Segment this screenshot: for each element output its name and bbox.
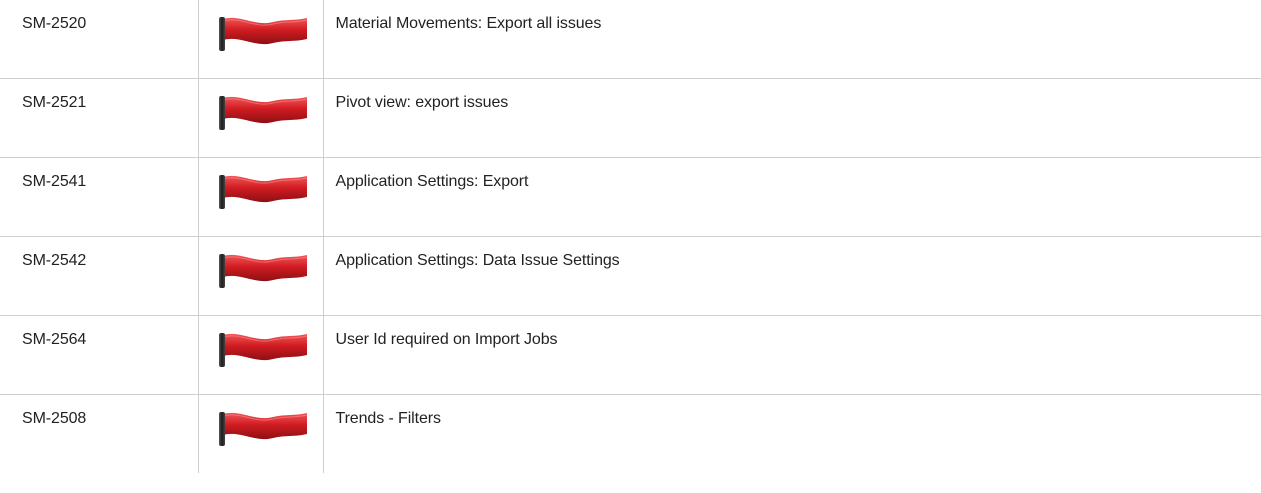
issue-summary-cell: Material Movements: Export all issues [322, 0, 1261, 79]
issue-key[interactable]: SM-2564 [0, 316, 198, 350]
issue-key[interactable]: SM-2521 [0, 79, 198, 113]
issue-key-cell: SM-2564 [0, 315, 199, 395]
issue-flag-cell [197, 394, 324, 473]
issue-key-cell: SM-2520 [0, 0, 199, 79]
red-flag-icon [199, 0, 323, 51]
red-flag-icon [199, 79, 323, 130]
issue-flag-cell [197, 78, 324, 158]
issues-table-body: SM-2520 Material Movements: Export all i… [0, 0, 1261, 473]
table-row[interactable]: SM-2521 Pivot view: export issues [0, 78, 1261, 158]
table-row[interactable]: SM-2508 Trends - Filters [0, 394, 1261, 473]
issue-summary: Material Movements: Export all issues [335, 15, 602, 32]
issue-summary: User Id required on Import Jobs [335, 331, 558, 348]
issue-summary-cell: Trends - Filters [322, 394, 1261, 473]
issue-key-cell: SM-2542 [0, 236, 199, 316]
issue-summary: Application Settings: Data Issue Setting… [335, 252, 620, 269]
issues-table: SM-2520 Material Movements: Export all i… [0, 0, 1261, 473]
issue-summary-cell: User Id required on Import Jobs [322, 315, 1261, 395]
issue-flag-cell [197, 0, 324, 79]
table-row[interactable]: SM-2520 Material Movements: Export all i… [0, 0, 1261, 79]
issue-key[interactable]: SM-2542 [0, 237, 198, 271]
red-flag-icon [199, 158, 323, 209]
issue-summary-cell: Pivot view: export issues [322, 78, 1261, 158]
table-row[interactable]: SM-2541 Application Settings: Export [0, 157, 1261, 237]
issue-summary: Trends - Filters [335, 410, 441, 427]
issue-key-cell: SM-2508 [0, 394, 199, 473]
red-flag-icon [199, 237, 323, 288]
issue-key-cell: SM-2541 [0, 157, 199, 237]
issue-summary-cell: Application Settings: Export [322, 157, 1261, 237]
issue-key[interactable]: SM-2541 [0, 158, 198, 192]
issue-summary: Pivot view: export issues [335, 94, 509, 111]
red-flag-icon [199, 395, 323, 446]
issue-flag-cell [197, 315, 324, 395]
issue-summary: Application Settings: Export [335, 173, 529, 190]
issue-key[interactable]: SM-2508 [0, 395, 198, 429]
red-flag-icon [199, 316, 323, 367]
table-row[interactable]: SM-2564 User Id required on Import Jobs [0, 315, 1261, 395]
table-row[interactable]: SM-2542 Application Settings: Data Issue… [0, 236, 1261, 316]
issue-summary-cell: Application Settings: Data Issue Setting… [322, 236, 1261, 316]
issue-flag-cell [197, 157, 324, 237]
issue-flag-cell [197, 236, 324, 316]
issue-key-cell: SM-2521 [0, 78, 199, 158]
issue-key[interactable]: SM-2520 [0, 0, 198, 34]
